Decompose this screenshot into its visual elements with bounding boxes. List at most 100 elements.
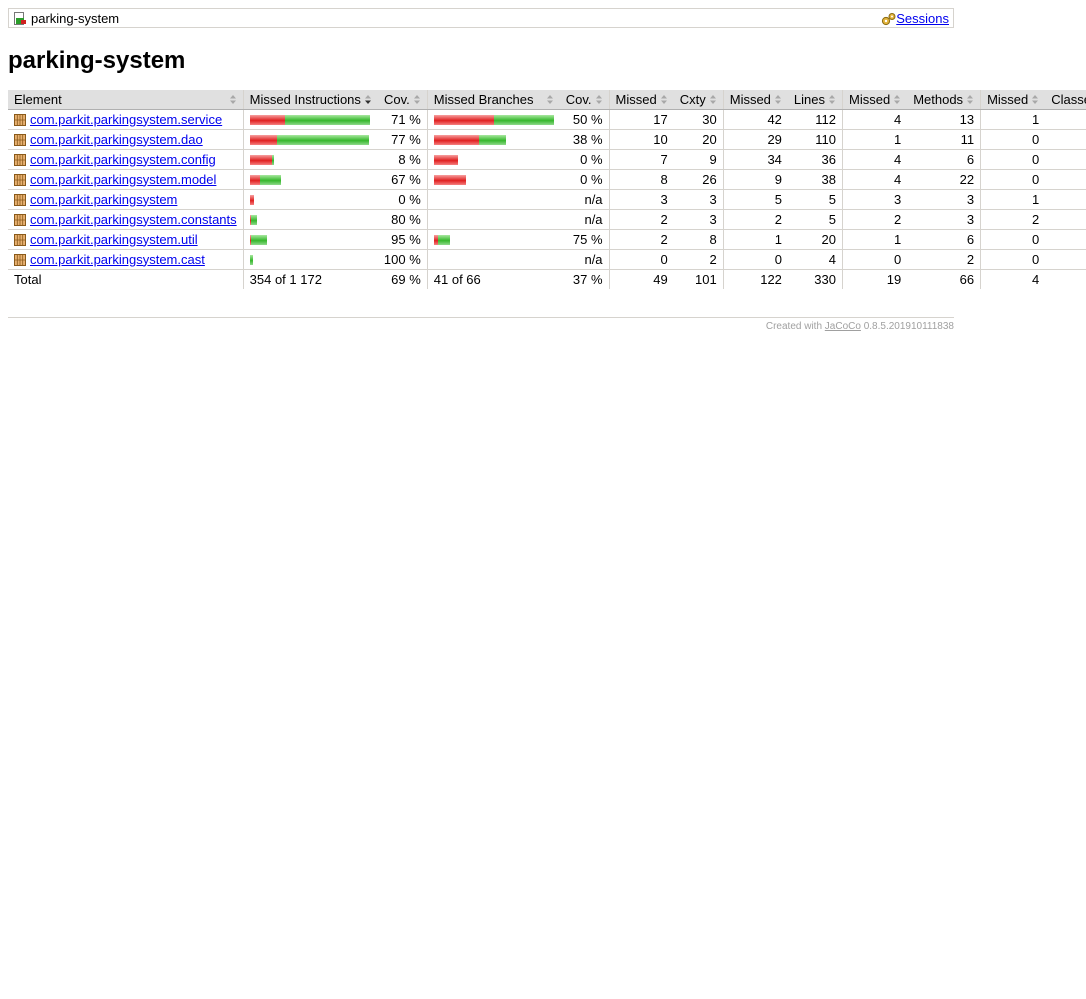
package-icon: [14, 233, 26, 246]
methods-missed-cell: 3: [842, 189, 908, 210]
classes-cell: 1: [1045, 189, 1086, 210]
element-cell: com.parkit.parkingsystem: [8, 189, 244, 210]
branches-coverage-cell: 50 %: [559, 109, 610, 130]
classes-missed-cell: 2: [980, 209, 1046, 230]
total-instructions-coverage: 69 %: [377, 268, 428, 289]
cxty-missed-cell: 17: [608, 109, 674, 130]
missed-instructions-cell: [242, 149, 378, 170]
instructions-coverage-cell: 80 %: [377, 209, 428, 230]
cxty-cell: 8: [673, 229, 724, 250]
classes-missed-cell: 1: [980, 109, 1046, 130]
methods-missed-cell: 4: [842, 109, 908, 130]
package-icon: [14, 213, 26, 226]
col-branches-coverage[interactable]: Cov.: [559, 90, 610, 110]
missed-instructions-cell: [242, 189, 378, 210]
col-lines[interactable]: Lines: [787, 90, 843, 110]
col-instructions-coverage[interactable]: Cov.: [377, 90, 428, 110]
cxty-missed-cell: 10: [608, 129, 674, 150]
methods-cell: 3: [907, 209, 981, 230]
package-link[interactable]: com.parkit.parkingsystem.util: [30, 232, 198, 247]
covered-bar-segment: [259, 174, 281, 185]
missed-branches-cell: [426, 129, 560, 150]
classes-missed-cell: 0: [980, 249, 1046, 270]
methods-cell: 13: [907, 109, 981, 130]
package-link[interactable]: com.parkit.parkingsystem.config: [30, 152, 216, 167]
col-missed-instructions[interactable]: Missed Instructions: [242, 90, 378, 110]
package-link[interactable]: com.parkit.parkingsystem.cast: [30, 252, 205, 267]
cxty-cell: 3: [673, 189, 724, 210]
instructions-bar: [249, 193, 254, 205]
cxty-missed-cell: 3: [608, 189, 674, 210]
col-element[interactable]: Element: [8, 90, 244, 110]
missed-instructions-cell: [242, 169, 378, 190]
methods-cell: 3: [907, 189, 981, 210]
instructions-bar: [249, 133, 369, 145]
methods-missed-cell: 4: [842, 169, 908, 190]
lines-missed-cell: 29: [722, 129, 788, 150]
package-link[interactable]: com.parkit.parkingsystem.dao: [30, 132, 203, 147]
classes-cell: 2: [1045, 129, 1086, 150]
package-link[interactable]: com.parkit.parkingsystem.constants: [30, 212, 237, 227]
cxty-cell: 20: [673, 129, 724, 150]
col-classes[interactable]: Classes: [1045, 90, 1086, 110]
package-icon: [14, 113, 26, 126]
jacoco-link[interactable]: JaCoCo: [825, 321, 861, 332]
missed-instructions-cell: [242, 129, 378, 150]
missed-branches-cell: [426, 209, 560, 230]
sort-icon: [1032, 94, 1039, 104]
table-row: com.parkit.parkingsystem.util 95 % 75 % 2 8 1…: [8, 229, 1086, 250]
package-link[interactable]: com.parkit.parkingsystem.model: [30, 172, 216, 187]
element-cell: com.parkit.parkingsystem.config: [8, 149, 244, 170]
gears-icon: [881, 13, 896, 26]
total-methods: 66: [907, 268, 981, 289]
table-row: com.parkit.parkingsystem.cast 100 % n/a 0 2 0…: [8, 249, 1086, 270]
page-title: parking-system: [8, 47, 186, 74]
covered-bar-segment: [250, 234, 267, 245]
methods-missed-cell: 1: [842, 229, 908, 250]
cxty-cell: 26: [673, 169, 724, 190]
element-cell: com.parkit.parkingsystem.dao: [8, 129, 244, 150]
instructions-bar: [249, 173, 281, 185]
covered-bar-segment: [478, 134, 506, 145]
branches-coverage-cell: n/a: [559, 249, 610, 270]
col-classes-missed[interactable]: Missed: [980, 90, 1046, 110]
missed-instructions-cell: [242, 109, 378, 130]
lines-cell: 36: [787, 149, 843, 170]
covered-bar-segment: [437, 234, 450, 245]
element-cell: com.parkit.parkingsystem.cast: [8, 249, 244, 270]
instructions-bar: [249, 213, 257, 225]
package-icon: [14, 193, 26, 206]
branches-coverage-cell: 0 %: [559, 169, 610, 190]
col-missed-branches[interactable]: Missed Branches: [426, 90, 560, 110]
instructions-coverage-cell: 67 %: [377, 169, 428, 190]
col-cxty-missed[interactable]: Missed: [608, 90, 674, 110]
methods-cell: 2: [907, 249, 981, 270]
total-label: Total: [8, 268, 244, 289]
methods-cell: 6: [907, 149, 981, 170]
missed-branches-cell: [426, 189, 560, 210]
col-methods-missed[interactable]: Missed: [842, 90, 908, 110]
branches-bar: [433, 113, 554, 125]
classes-cell: 3: [1045, 109, 1086, 130]
cxty-missed-cell: 2: [608, 209, 674, 230]
total-branches-coverage: 37 %: [559, 268, 610, 289]
classes-missed-cell: 0: [980, 129, 1046, 150]
lines-cell: 110: [787, 129, 843, 150]
col-cxty[interactable]: Cxty: [673, 90, 724, 110]
table-header-row: Element Missed Instructions Cov. Missed …: [8, 90, 1086, 110]
sort-down-icon: [364, 94, 371, 104]
cxty-missed-cell: 0: [608, 249, 674, 270]
lines-missed-cell: 9: [722, 169, 788, 190]
sessions-link[interactable]: Sessions: [896, 11, 949, 27]
col-methods[interactable]: Methods: [907, 90, 981, 110]
col-lines-missed[interactable]: Missed: [722, 90, 788, 110]
lines-missed-cell: 2: [722, 209, 788, 230]
sort-icon: [894, 94, 901, 104]
missed-branches-cell: [426, 229, 560, 250]
branches-coverage-cell: 75 %: [559, 229, 610, 250]
package-link[interactable]: com.parkit.parkingsystem.service: [30, 112, 222, 127]
total-lines: 330: [787, 268, 843, 289]
package-link[interactable]: com.parkit.parkingsystem: [30, 192, 177, 207]
missed-branches-cell: [426, 169, 560, 190]
sort-icon: [595, 94, 602, 104]
